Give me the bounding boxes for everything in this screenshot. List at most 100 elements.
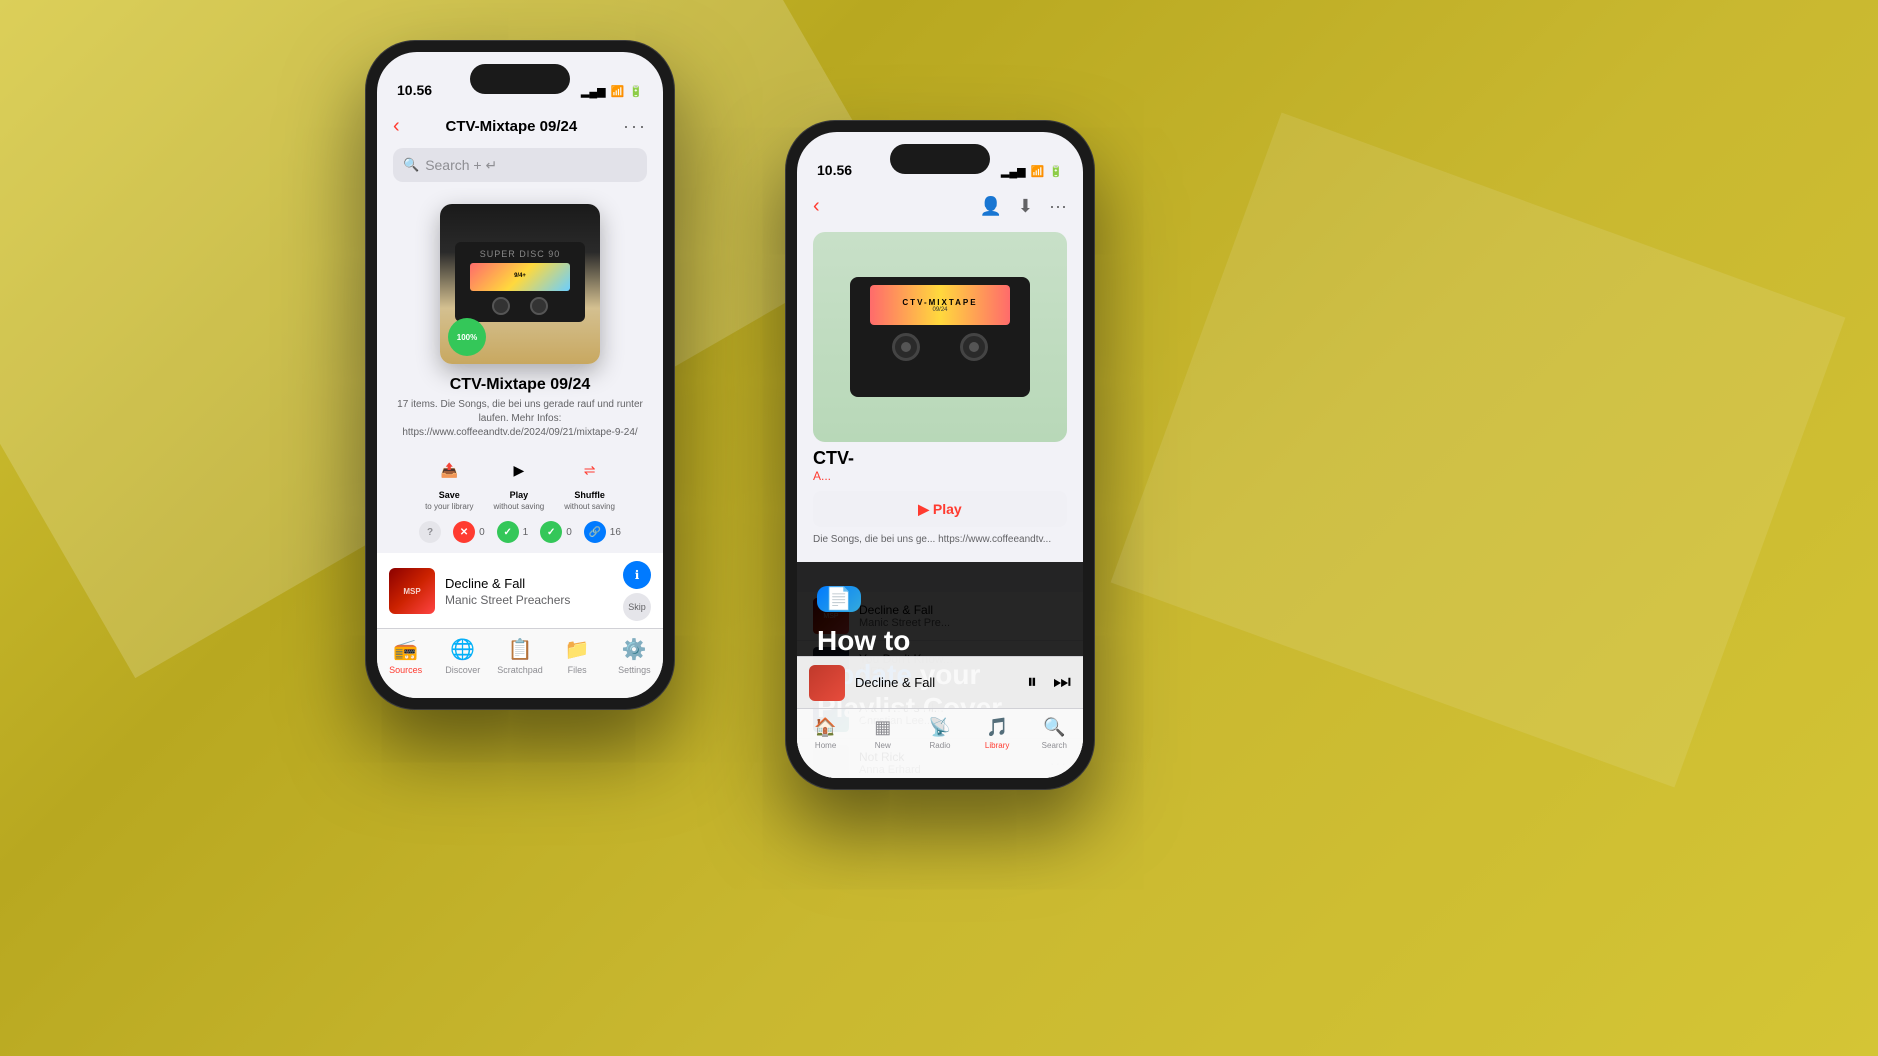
status-time-left: 10.56 xyxy=(397,82,432,98)
cassette-art-right: CTV-MIXTAPE 09/24 xyxy=(813,232,1067,442)
song-list-left: MSP Decline & Fall Manic Street Preacher… xyxy=(377,553,663,628)
battery-icon-right: 🔋 xyxy=(1049,165,1063,178)
tab-new-right[interactable]: ▦ New xyxy=(858,717,908,750)
tab-discover[interactable]: 🌐 Discover xyxy=(438,637,488,675)
tab-radio-right[interactable]: 📡 Radio xyxy=(915,717,965,750)
tab-sources-label: Sources xyxy=(389,665,422,675)
play-button-left[interactable]: ▶ Play without saving xyxy=(494,452,545,511)
tab-files-label: Files xyxy=(568,665,587,675)
song-artist-1: Manic Street Preachers xyxy=(445,593,613,607)
status-ok-count: 1 xyxy=(523,527,529,538)
status-ok2-count: 0 xyxy=(566,527,572,538)
percent-text-left: 100% xyxy=(457,333,477,342)
status-icons-row-left: ? ✕ 0 ✓ 1 ✓ 0 🔗 16 xyxy=(377,521,663,543)
right-phone-screen: 10.56 ▂▄▆ 📶 🔋 ‹ 👤 ⬇ ··· CTV-MIXTAPE 09/2… xyxy=(797,132,1083,778)
cassette-3d-title: CTV-MIXTAPE xyxy=(902,298,977,307)
cassette-reels-mini xyxy=(492,297,548,315)
now-playing-bar[interactable]: Decline & Fall ⏸ ⏭ xyxy=(797,656,1083,708)
reel-right-mini xyxy=(530,297,548,315)
status-error-count: 0 xyxy=(479,527,485,538)
next-button[interactable]: ⏭ xyxy=(1053,671,1071,694)
back-button-left[interactable]: ‹ xyxy=(393,115,400,138)
song-item-1[interactable]: MSP Decline & Fall Manic Street Preacher… xyxy=(377,553,663,628)
tab-settings-icon: ⚙️ xyxy=(622,637,647,662)
percent-badge-left: 100% xyxy=(448,318,486,356)
status-time-right: 10.56 xyxy=(817,162,852,178)
save-button-left[interactable]: 📤 Save to your library xyxy=(425,452,473,511)
tab-search-icon-right: 🔍 xyxy=(1043,717,1065,738)
tab-new-label-right: New xyxy=(875,741,891,750)
more-button-left[interactable]: ··· xyxy=(623,116,647,137)
status-icons-left: ▂▄▆ 📶 🔋 xyxy=(581,85,643,98)
signal-icon-right: ▂▄▆ xyxy=(1001,165,1026,178)
tab-sources-icon: 📻 xyxy=(393,637,418,662)
nav-title-left: CTV-Mixtape 09/24 xyxy=(445,118,577,135)
tab-scratchpad[interactable]: 📋 Scratchpad xyxy=(495,637,545,675)
shuffle-sublabel-left: without saving xyxy=(564,502,615,511)
playlist-content-left: SUPER DISC 90 9/4+ 100% xyxy=(377,188,663,628)
cassette-label-text-left: 9/4+ xyxy=(514,273,526,280)
cover-manic-text: MSP xyxy=(401,585,422,598)
shuffle-label-left: Shuffle xyxy=(574,490,605,500)
right-playlist-subtitle: A... xyxy=(813,469,1067,483)
song-actions-1: ℹ Skip xyxy=(623,561,651,621)
tab-sources[interactable]: 📻 Sources xyxy=(381,637,431,675)
nav-bar-right: ‹ 👤 ⬇ ··· xyxy=(797,184,1083,228)
cassette-mini-left: SUPER DISC 90 9/4+ xyxy=(455,242,585,322)
tab-library-right[interactable]: 🎵 Library xyxy=(972,717,1022,750)
playlist-title-left: CTV-Mixtape 09/24 xyxy=(377,376,663,394)
more-icon-right[interactable]: ··· xyxy=(1049,196,1067,217)
overlay-app-icon-inner: 📄 xyxy=(825,586,852,612)
tab-home-right[interactable]: 🏠 Home xyxy=(801,717,851,750)
play-sublabel-left: without saving xyxy=(494,502,545,511)
wifi-icon-right: 📶 xyxy=(1031,165,1045,178)
reel-inner-right xyxy=(969,342,979,352)
cover-manic-1: MSP xyxy=(389,568,435,614)
signal-icon-left: ▂▄▆ xyxy=(581,85,606,98)
cassette-3d-right: CTV-MIXTAPE 09/24 xyxy=(850,277,1030,397)
tab-bar-left: 📻 Sources 🌐 Discover 📋 Scratchpad 📁 File… xyxy=(377,628,663,698)
overlay-title-line1: How to xyxy=(817,625,910,656)
overlay-app-icon: 📄 xyxy=(817,586,861,612)
status-ok: ✓ xyxy=(497,521,519,543)
tab-files[interactable]: 📁 Files xyxy=(552,637,602,675)
search-bar-left[interactable]: 🔍 Search + ↵ xyxy=(393,148,647,182)
song-cover-1: MSP xyxy=(389,568,435,614)
download-icon-right[interactable]: ⬇ xyxy=(1018,196,1033,217)
song-action-icon-1[interactable]: ℹ xyxy=(623,561,651,589)
reel-left-mini xyxy=(492,297,510,315)
tab-search-right[interactable]: 🔍 Search xyxy=(1029,717,1079,750)
dynamic-island-left xyxy=(470,64,570,94)
search-icon-left: 🔍 xyxy=(403,157,419,173)
tab-home-label-right: Home xyxy=(815,741,836,750)
tab-settings[interactable]: ⚙️ Settings xyxy=(609,637,659,675)
person-icon-right[interactable]: 👤 xyxy=(980,196,1002,217)
reel-right-right xyxy=(960,333,988,361)
shuffle-icon-left: ⇌ xyxy=(572,452,608,488)
right-phone: 10.56 ▂▄▆ 📶 🔋 ‹ 👤 ⬇ ··· CTV-MIXTAPE 09/2… xyxy=(785,120,1095,790)
pause-button[interactable]: ⏸ xyxy=(1027,671,1037,694)
right-nav-icons: 👤 ⬇ ··· xyxy=(980,196,1068,217)
right-playlist-info: CTV- A... ▶ Play Die Songs, die bei uns … xyxy=(813,448,1067,546)
search-placeholder-left: Search + ↵ xyxy=(425,157,497,174)
tab-scratchpad-label: Scratchpad xyxy=(497,665,543,675)
tab-files-icon: 📁 xyxy=(565,637,590,662)
back-button-right[interactable]: ‹ xyxy=(813,195,820,218)
tab-scratchpad-icon: 📋 xyxy=(508,637,533,662)
tab-discover-label: Discover xyxy=(445,665,480,675)
reel-inner-left xyxy=(901,342,911,352)
save-sublabel-left: to your library xyxy=(425,502,473,511)
tab-bar-right: 🏠 Home ▦ New 📡 Radio 🎵 Library 🔍 Search xyxy=(797,708,1083,778)
status-error: ✕ xyxy=(453,521,475,543)
shuffle-button-left[interactable]: ⇌ Shuffle without saving xyxy=(564,452,615,511)
song-skip-icon-1[interactable]: Skip xyxy=(623,593,651,621)
cassette-top-text: SUPER DISC 90 xyxy=(480,249,561,259)
right-play-button[interactable]: ▶ Play xyxy=(813,491,1067,527)
playlist-desc-left: 17 items. Die Songs, die bei uns gerade … xyxy=(377,398,663,440)
tab-new-icon-right: ▦ xyxy=(874,717,891,738)
now-playing-title: Decline & Fall xyxy=(855,675,935,690)
status-link-count: 16 xyxy=(610,527,621,538)
tab-radio-label-right: Radio xyxy=(930,741,951,750)
album-art-left[interactable]: SUPER DISC 90 9/4+ 100% xyxy=(440,204,600,364)
tab-search-label-right: Search xyxy=(1042,741,1067,750)
